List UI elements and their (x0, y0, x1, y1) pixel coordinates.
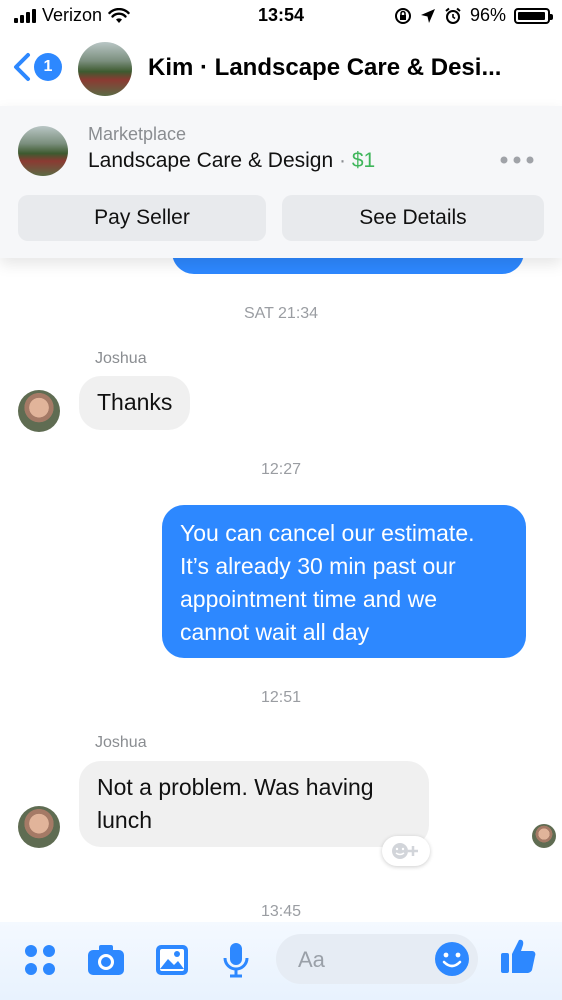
listing-name: Landscape Care & Design (88, 149, 334, 172)
composer-bar: Aa (0, 922, 562, 1000)
camera-icon[interactable] (86, 940, 126, 980)
add-reaction-icon[interactable] (382, 836, 430, 866)
lock-rotation-icon (394, 7, 411, 24)
gallery-icon[interactable] (152, 940, 192, 980)
contact-avatar[interactable] (78, 42, 132, 96)
message-placeholder: Aa (298, 947, 325, 972)
location-arrow-icon (420, 8, 435, 23)
more-icon[interactable] (500, 144, 534, 170)
battery-icon (514, 7, 553, 24)
status-right: 96% (394, 5, 553, 26)
listing-thumbnail[interactable] (18, 126, 68, 176)
incoming-message[interactable]: Thanks (79, 376, 191, 430)
marketplace-label: Marketplace (88, 124, 187, 144)
back-button[interactable]: 1 (12, 52, 62, 82)
message-input[interactable]: Aa (276, 934, 478, 984)
sender-name: Joshua (95, 734, 147, 751)
status-bar: Verizon 13:54 96% (0, 0, 562, 34)
timestamp: SAT 21:34 (243, 305, 319, 322)
listing-price: $1 (351, 149, 376, 172)
read-receipt-avatar (532, 824, 556, 848)
timestamp: 13:45 (260, 903, 302, 920)
outgoing-message[interactable]: You can cancel our estimate. It’s alread… (162, 505, 526, 658)
conversation-title[interactable]: Kim · Landscape Care & Desi... (148, 54, 548, 82)
timestamp: 12:51 (260, 689, 302, 706)
see-details-button[interactable]: See Details (282, 195, 544, 241)
like-icon[interactable] (498, 936, 538, 976)
listing-separator: · (339, 149, 346, 172)
sender-avatar[interactable] (18, 390, 60, 432)
battery-percent: 96% (469, 5, 506, 25)
emoji-icon[interactable] (434, 941, 470, 977)
conversation-header: 1 Kim · Landscape Care & Desi... (0, 34, 562, 106)
back-chevron-icon (14, 53, 30, 81)
incoming-message[interactable]: Not a problem. Was having lunch (79, 761, 429, 847)
sender-avatar[interactable] (18, 806, 60, 848)
apps-icon[interactable] (20, 940, 60, 980)
listing-title[interactable]: Landscape Care & Design · $1 (88, 149, 375, 173)
marketplace-card: Marketplace Landscape Care & Design · $1… (0, 106, 562, 258)
alarm-icon (445, 7, 461, 24)
pay-seller-button[interactable]: Pay Seller (18, 195, 266, 241)
unread-badge: 1 (34, 53, 62, 81)
sender-name: Joshua (95, 350, 147, 367)
timestamp: 12:27 (260, 461, 302, 478)
mic-icon[interactable] (216, 940, 256, 980)
